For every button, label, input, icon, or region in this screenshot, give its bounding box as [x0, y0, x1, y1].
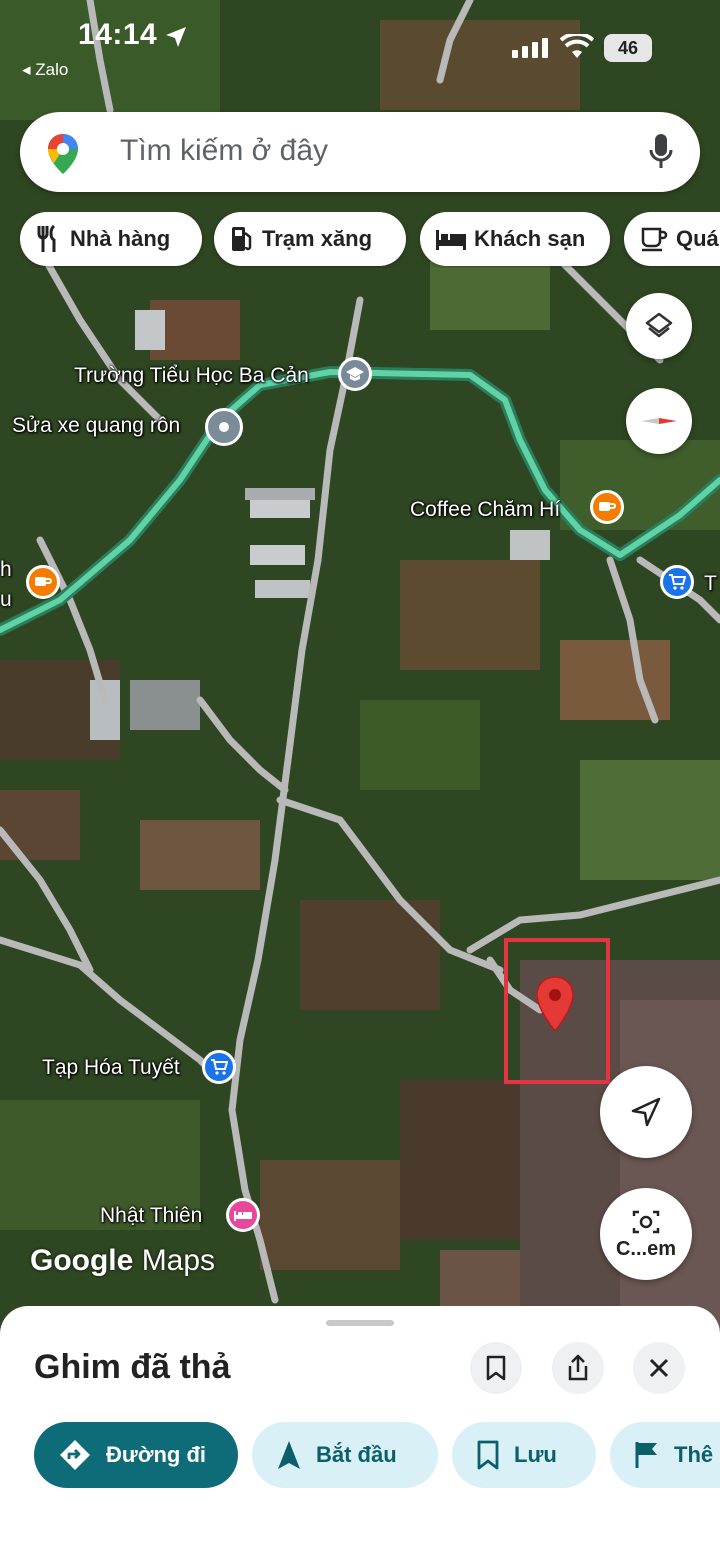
save-button[interactable]: [470, 1342, 522, 1394]
chip-label: Quá: [676, 226, 719, 251]
hotel-poi-icon[interactable]: [226, 1198, 260, 1232]
navigation-arrow-icon: [631, 1097, 661, 1127]
chip-label: Nhà hàng: [70, 226, 171, 251]
category-chips: Nhà hàng Trạm xăng Khách sạn Quá: [0, 212, 720, 268]
place-title: Ghim đã thả: [34, 1348, 231, 1386]
start-button[interactable]: Bắt đầu: [252, 1422, 438, 1488]
battery-indicator: 46: [604, 34, 652, 62]
action-buttons: Đường đi Bắt đầu Lưu Thê: [0, 1422, 720, 1488]
flag-icon: [635, 1442, 657, 1468]
camera-icon: [632, 1210, 660, 1233]
dropped-pin-icon[interactable]: [535, 975, 575, 1035]
search-bar[interactable]: Tìm kiếm ở đây: [20, 112, 700, 192]
restaurant-icon: [37, 225, 56, 252]
start-label: Bắt đầu: [316, 1442, 397, 1467]
chip-restaurants[interactable]: Nhà hàng: [20, 212, 202, 266]
sheet-drag-handle[interactable]: [326, 1320, 394, 1326]
chip-label: Khách sạn: [474, 226, 586, 251]
cafe-poi-icon[interactable]: [590, 490, 624, 524]
chip-cafes[interactable]: Quá: [624, 212, 720, 266]
map-label-edge-left-2: u: [0, 588, 12, 611]
directions-button[interactable]: Đường đi: [34, 1422, 238, 1488]
microphone-icon[interactable]: [648, 132, 674, 172]
compass-icon: [641, 418, 677, 424]
map-label-school[interactable]: Trường Tiểu Học Ba Cản: [74, 364, 309, 388]
close-icon: [649, 1358, 669, 1378]
place-bottom-sheet: Ghim đã thả Đường đi Bắt đầu Lưu Thê: [0, 1306, 720, 1559]
cafe-poi-icon[interactable]: [26, 565, 60, 599]
save-action-label: Lưu: [514, 1442, 557, 1467]
back-to-app-link[interactable]: ◂ Zalo: [22, 60, 68, 80]
map-label-edge-right: T: [704, 572, 717, 595]
bookmark-icon: [477, 1440, 499, 1470]
map-label-edge-left-1: h: [0, 558, 12, 581]
camera-search-button[interactable]: C...em: [600, 1188, 692, 1280]
directions-icon: [60, 1440, 90, 1470]
watermark-product: Maps: [141, 1244, 216, 1277]
save-action-button[interactable]: Lưu: [452, 1422, 596, 1488]
chip-gas-stations[interactable]: Trạm xăng: [214, 212, 406, 266]
search-input[interactable]: Tìm kiếm ở đây: [120, 134, 328, 168]
compass-button[interactable]: [626, 388, 692, 454]
cafe-icon: [641, 227, 668, 252]
chip-hotels[interactable]: Khách sạn: [420, 212, 610, 266]
hotel-icon: [436, 230, 466, 250]
signal-icon: [512, 38, 548, 58]
share-button[interactable]: [552, 1342, 604, 1394]
place-poi-icon[interactable]: [205, 408, 243, 446]
shopping-cart-poi-icon[interactable]: [202, 1050, 236, 1084]
camera-button-label: C...em: [615, 1237, 677, 1260]
google-maps-watermark: Google Maps: [30, 1244, 215, 1278]
bookmark-icon: [486, 1355, 506, 1381]
status-bar: 14:14 ◂ Zalo 46: [0, 0, 720, 100]
watermark-brand: Google: [30, 1244, 134, 1277]
gas-station-icon: [232, 227, 252, 251]
shopping-cart-poi-icon[interactable]: [660, 565, 694, 599]
layers-icon: [645, 312, 673, 338]
add-label-button[interactable]: Thê: [610, 1422, 720, 1488]
my-location-button[interactable]: [600, 1066, 692, 1158]
google-maps-logo-icon: [48, 134, 78, 174]
close-button[interactable]: [633, 1342, 685, 1394]
map-label-repair-shop[interactable]: Sửa xe quang rôn: [12, 414, 180, 438]
map-label-grocery[interactable]: Tạp Hóa Tuyết: [42, 1056, 180, 1080]
school-poi-icon[interactable]: [338, 357, 372, 391]
layers-button[interactable]: [626, 293, 692, 359]
share-icon: [568, 1354, 588, 1381]
map-label-coffee[interactable]: Coffee Chăm Hí: [410, 498, 560, 522]
status-time: 14:14: [78, 18, 158, 51]
map-label-hotel[interactable]: Nhật Thiên: [100, 1204, 202, 1228]
directions-label: Đường đi: [106, 1442, 206, 1467]
location-arrow-icon: [166, 27, 186, 47]
navigation-arrow-icon: [278, 1441, 300, 1469]
wifi-icon: [560, 34, 594, 58]
chip-label: Trạm xăng: [262, 226, 373, 251]
add-label-label: Thê: [674, 1442, 714, 1467]
